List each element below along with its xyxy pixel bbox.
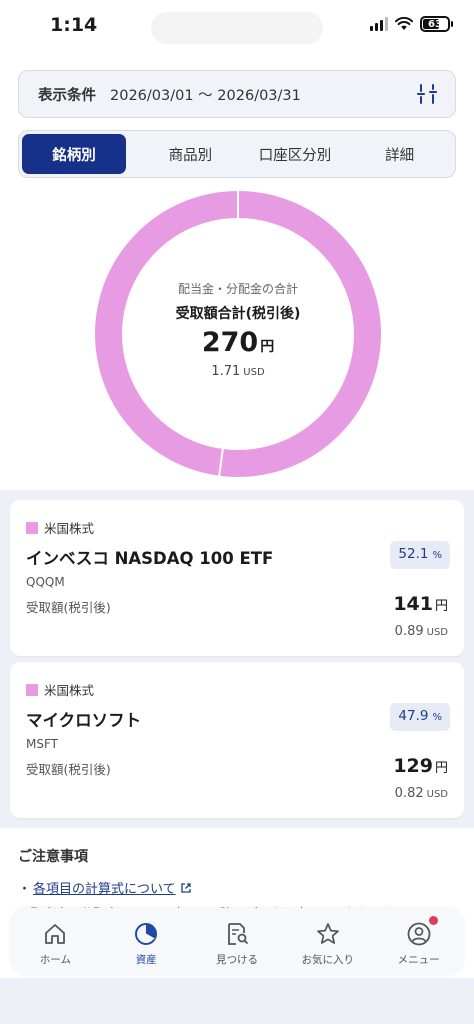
tabbar-home[interactable]: ホーム <box>10 908 101 976</box>
holding-ticker: MSFT <box>26 737 58 751</box>
display-conditions-bar[interactable]: 表示条件 2026/03/01 〜 2026/03/31 <box>18 70 456 118</box>
holding-received-label: 受取額(税引後) <box>26 600 111 615</box>
holding-category-label: 米国株式 <box>44 683 95 698</box>
view-tabs: 銘柄別 商品別 口座区分別 詳細 <box>18 130 456 178</box>
summary-usd: 1.71 USD <box>211 364 264 379</box>
bullet: ・ <box>18 882 32 897</box>
holding-card-qqqm[interactable]: 米国株式 インベスコ NASDAQ 100 ETF QQQM 受取額(税引後) … <box>10 500 464 656</box>
calculation-formula-link[interactable]: ・ 各項目の計算式について <box>18 878 458 897</box>
holding-name: インベスコ NASDAQ 100 ETF <box>26 549 274 568</box>
holding-usd-unit: USD <box>426 789 448 800</box>
filter-label: 表示条件 <box>38 87 96 104</box>
holding-usd-value: 0.82 <box>394 786 424 801</box>
search-document-icon <box>228 923 248 945</box>
signal-icon <box>370 17 388 31</box>
pie-chart-icon <box>135 923 158 945</box>
tabbar-discover[interactable]: 見つける <box>192 908 283 976</box>
home-indicator-area <box>0 978 474 1024</box>
holding-amount: 141 円 <box>393 593 448 615</box>
summary-amount-unit: 円 <box>260 338 275 355</box>
holding-percent-unit: % <box>432 712 442 723</box>
holding-amount-unit: 円 <box>434 761 448 776</box>
battery-level: 63 <box>428 18 442 30</box>
bottom-tab-bar: ホーム 資産 見つける お気に入り メニュー <box>10 908 464 976</box>
calculation-formula-link-label[interactable]: 各項目の計算式について <box>33 878 176 897</box>
holding-percent-unit: % <box>432 550 442 561</box>
holding-usd: 0.89 USD <box>395 624 448 639</box>
holding-percent-value: 52.1 <box>398 546 429 562</box>
status-time: 1:14 <box>50 14 98 36</box>
holding-usd-value: 0.89 <box>394 624 424 639</box>
tabbar-assets[interactable]: 資産 <box>101 908 192 976</box>
summary-usd-value: 1.71 <box>211 363 241 379</box>
status-bar: 1:14 63 <box>0 0 474 56</box>
status-icons: 63 <box>370 16 453 32</box>
sliders-icon[interactable] <box>415 82 439 106</box>
holding-ticker: QQQM <box>26 575 65 589</box>
summary-caption: 配当金・分配金の合計 <box>177 281 298 296</box>
external-link-icon <box>180 882 191 893</box>
dividend-donut-chart: 配当金・分配金の合計 受取額合計(税引後) 270 円 1.71 USD <box>94 190 382 478</box>
holding-name: マイクロソフト <box>26 711 142 730</box>
holding-amount-value: 141 <box>393 593 433 615</box>
holding-amount-unit: 円 <box>434 599 448 614</box>
tab-details[interactable]: 詳細 <box>347 134 452 174</box>
dynamic-island <box>151 12 323 44</box>
holding-percent-value: 47.9 <box>398 708 429 724</box>
holding-percent-badge: 47.9 % <box>390 703 450 731</box>
user-icon <box>407 922 430 946</box>
tabbar-favorites-label: お気に入り <box>301 954 355 966</box>
holding-card-msft[interactable]: 米国株式 マイクロソフト MSFT 受取額(税引後) 47.9 % 129 円 … <box>10 662 464 818</box>
summary-amount: 270 円 <box>202 327 274 358</box>
holding-amount-value: 129 <box>393 755 433 777</box>
tab-by-account-type[interactable]: 口座区分別 <box>243 134 348 174</box>
summary-amount-value: 270 <box>201 326 259 358</box>
notes-title: ご注意事項 <box>18 849 88 865</box>
star-icon <box>316 923 339 944</box>
summary-title: 受取額合計(税引後) <box>175 305 301 322</box>
category-swatch <box>26 683 38 696</box>
holding-amount: 129 円 <box>393 755 448 777</box>
tabbar-discover-label: 見つける <box>215 954 258 966</box>
home-icon <box>45 924 66 944</box>
donut-center: 配当金・分配金の合計 受取額合計(税引後) 270 円 1.71 USD <box>94 190 382 478</box>
holding-category-label: 米国株式 <box>44 521 95 536</box>
holding-usd-unit: USD <box>426 627 448 638</box>
tabbar-favorites[interactable]: お気に入り <box>282 908 373 976</box>
holding-usd: 0.82 USD <box>395 786 448 801</box>
tabbar-home-label: ホーム <box>39 954 71 966</box>
tab-by-stock[interactable]: 銘柄別 <box>22 134 126 174</box>
holding-category: 米国株式 <box>26 680 94 699</box>
battery-icon: 63 <box>420 16 453 32</box>
holding-received-label: 受取額(税引後) <box>26 762 111 777</box>
tabbar-menu-label: メニュー <box>397 954 440 966</box>
tabbar-menu[interactable]: メニュー <box>373 908 464 976</box>
wifi-icon <box>395 17 413 30</box>
notification-dot <box>428 916 438 925</box>
filter-date-range: 2026/03/01 〜 2026/03/31 <box>110 87 301 104</box>
holding-category: 米国株式 <box>26 518 94 537</box>
summary-usd-unit: USD <box>243 366 265 378</box>
holding-percent-badge: 52.1 % <box>390 541 450 569</box>
tab-by-product[interactable]: 商品別 <box>138 134 243 174</box>
category-swatch <box>26 521 38 534</box>
tabbar-assets-label: 資産 <box>135 954 157 966</box>
